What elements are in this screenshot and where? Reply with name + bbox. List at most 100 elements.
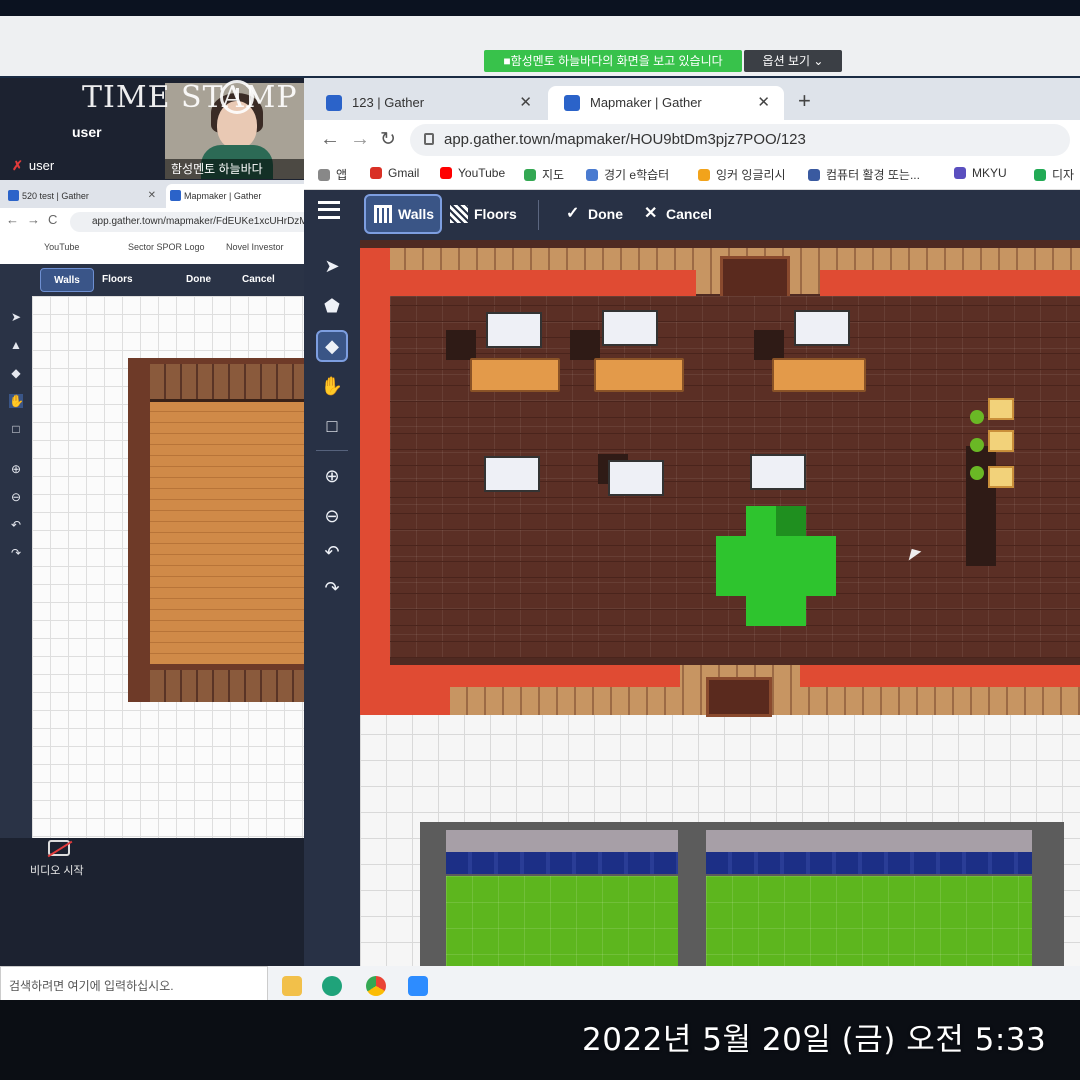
rectangle-select-icon[interactable]: □ xyxy=(316,410,348,442)
walls-label: Walls xyxy=(398,206,435,222)
hand-icon[interactable]: ✋ xyxy=(316,370,348,402)
whiteboard xyxy=(794,310,850,346)
floors-button[interactable]: Floors xyxy=(450,194,530,234)
tab-123-gather[interactable]: 123 | Gather ✕ xyxy=(310,86,546,120)
secondary-walls-button[interactable]: Walls xyxy=(40,268,94,292)
tab-label: Mapmaker | Gather xyxy=(184,191,262,201)
back-arrow-icon[interactable]: ← xyxy=(320,128,340,151)
bookmark-novel-investor[interactable]: Novel Investor xyxy=(226,242,284,252)
bookmark-youtube[interactable]: YouTube xyxy=(440,166,505,180)
apps-grid-icon xyxy=(318,169,330,181)
monitor-screen: ■함성멘토 하늘바다의 화면을 보고 있습니다 옵션 보기 ⌄ 함성멘토 하늘바… xyxy=(0,0,1080,1080)
red-wall-bottom-middle xyxy=(450,665,680,687)
mapmaker-tool-sidebar: ➤ ⬟ ◆ ✋ □ ⊕ ⊖ ↶ ↷ xyxy=(304,240,360,1000)
secondary-cancel-button[interactable]: Cancel xyxy=(242,268,304,292)
undo-icon[interactable]: ↶ xyxy=(316,536,348,568)
stamp-icon[interactable]: ⬟ xyxy=(316,290,348,322)
water-strip xyxy=(446,852,678,874)
zoom-out-icon[interactable]: ⊖ xyxy=(9,490,23,504)
secondary-tool-sidebar: ➤ ▲ ◆ ✋ □ ⊕ ⊖ ↶ ↷ xyxy=(0,296,32,840)
zoom-icon[interactable] xyxy=(408,976,428,996)
desk xyxy=(594,358,684,392)
door-bottom xyxy=(706,677,772,717)
hamburger-menu-icon[interactable] xyxy=(318,201,340,219)
gather-favicon-icon xyxy=(326,95,342,111)
eraser-icon[interactable]: ◆ xyxy=(9,366,23,380)
dark-floor-tile xyxy=(754,330,784,360)
close-tab-icon[interactable]: ✕ xyxy=(519,86,532,120)
select-icon[interactable]: ➤ xyxy=(316,250,348,282)
secondary-map-canvas[interactable] xyxy=(32,296,320,840)
whiteboard xyxy=(602,310,658,346)
select-icon[interactable]: ➤ xyxy=(9,310,23,324)
whiteboard xyxy=(484,456,540,492)
close-tab-icon[interactable]: ✕ xyxy=(757,86,770,120)
undo-icon[interactable]: ↶ xyxy=(9,518,23,532)
redo-icon[interactable]: ↷ xyxy=(316,572,348,604)
secondary-room xyxy=(128,358,320,702)
bookmark-mkyu[interactable]: MKYU xyxy=(954,166,1007,180)
start-video-button[interactable]: 비디오 시작 xyxy=(30,862,84,878)
plant xyxy=(970,438,984,452)
tab-mapmaker-gather[interactable]: Mapmaker | Gather ✕ xyxy=(548,86,784,120)
secondary-brick-wall-bottom xyxy=(150,670,320,702)
new-tab-icon[interactable]: + xyxy=(798,88,811,114)
secondary-browser-window: 520 test | Gather ✕ Mapmaker | Gather ←→… xyxy=(0,180,320,840)
walls-button[interactable]: Walls xyxy=(364,194,442,234)
eraser-icon[interactable]: ◆ xyxy=(316,330,348,362)
floors-icon xyxy=(450,205,468,223)
stamp-icon[interactable]: ▲ xyxy=(9,338,23,352)
redo-icon[interactable]: ↷ xyxy=(9,546,23,560)
gather-favicon-icon xyxy=(170,190,181,201)
secondary-done-button[interactable]: Done xyxy=(186,268,234,292)
forward-arrow-icon[interactable]: → xyxy=(350,128,370,151)
secondary-brick-wall-top xyxy=(150,364,320,402)
done-button[interactable]: ✓ Done xyxy=(566,194,636,234)
zoom-in-icon[interactable]: ⊕ xyxy=(9,462,23,476)
bookmark-apps[interactable]: 앱 xyxy=(318,166,347,183)
zoom-in-icon[interactable]: ⊕ xyxy=(316,460,348,492)
secondary-tab-mapmaker[interactable]: Mapmaker | Gather xyxy=(166,184,316,208)
hand-icon[interactable]: ✋ xyxy=(9,394,24,408)
bookmark-maps[interactable]: 지도 xyxy=(524,166,564,183)
video-off-icon[interactable] xyxy=(48,840,70,856)
rectangle-select-icon[interactable]: □ xyxy=(9,422,23,436)
gather-favicon-icon xyxy=(8,190,19,201)
bookmark-gmail[interactable]: Gmail xyxy=(370,166,419,180)
red-wall-top-left xyxy=(388,270,696,296)
english-site-icon xyxy=(698,169,710,181)
floors-label: Floors xyxy=(474,206,517,222)
computer-site-icon xyxy=(808,169,820,181)
bookmark-english[interactable]: 잉커 잉글리시 xyxy=(698,166,786,183)
secondary-floors-button[interactable]: Floors xyxy=(102,268,158,292)
photo-timestamp: 2022년 5월 20일 (금) 오전 5:33 xyxy=(582,1022,1047,1058)
reload-icon[interactable]: ↻ xyxy=(380,128,396,151)
secondary-wood-floor xyxy=(150,402,320,664)
map-canvas[interactable] xyxy=(360,240,1080,1078)
close-tab-icon[interactable]: ✕ xyxy=(148,184,156,208)
bookmark-label: 디자 xyxy=(1052,168,1075,182)
whiteboard xyxy=(486,312,542,348)
walls-icon xyxy=(374,205,392,223)
secondary-tab-520-test[interactable]: 520 test | Gather ✕ xyxy=(4,184,162,208)
bookmark-computer[interactable]: 컴퓨터 활경 또는... xyxy=(808,166,920,183)
bookmark-design[interactable]: 디자 xyxy=(1034,166,1074,183)
screen-share-notice: ■함성멘토 하늘바다의 화면을 보고 있습니다 xyxy=(484,50,742,72)
secondary-address-input[interactable]: app.gather.town/mapmaker/FdEUKe1xcUHrDzM xyxy=(70,212,320,232)
mkyu-icon xyxy=(954,167,966,179)
edge-browser-icon[interactable] xyxy=(322,976,342,996)
dark-floor-tile xyxy=(446,330,476,360)
chrome-icon[interactable] xyxy=(366,976,386,996)
crate xyxy=(988,398,1014,420)
tab-label: 123 | Gather xyxy=(352,95,425,110)
file-explorer-icon[interactable] xyxy=(282,976,302,996)
zoom-out-icon[interactable]: ⊖ xyxy=(316,500,348,532)
cancel-button[interactable]: ✕ Cancel xyxy=(644,194,734,234)
dark-floor-tile xyxy=(570,330,600,360)
bookmark-e-learning[interactable]: 경기 e학습터 xyxy=(586,166,669,183)
secondary-nav-icons[interactable]: ←→C xyxy=(6,212,65,227)
bookmark-youtube[interactable]: YouTube xyxy=(44,242,79,252)
address-bar[interactable]: app.gather.town/mapmaker/HOU9btDm3pjz7PO… xyxy=(410,124,1070,156)
bookmark-sector-spdr[interactable]: Sector SPOR Logo xyxy=(128,242,205,252)
view-options-button[interactable]: 옵션 보기 ⌄ xyxy=(744,50,842,72)
